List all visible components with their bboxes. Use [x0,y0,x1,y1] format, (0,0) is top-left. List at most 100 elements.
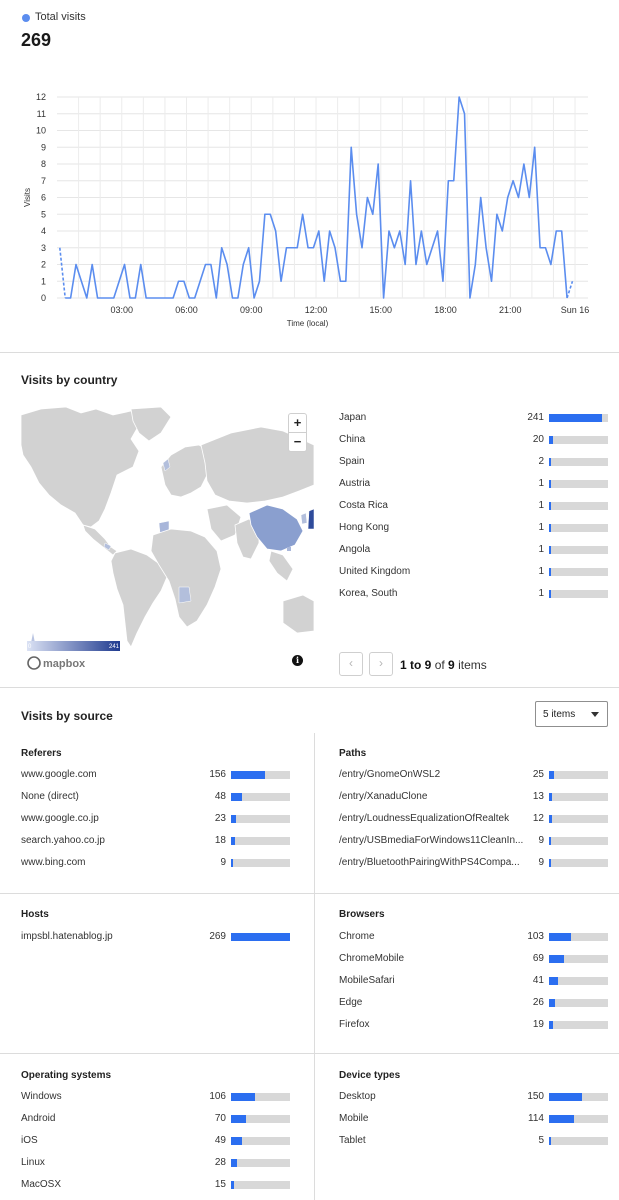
bar-track [231,771,290,779]
zoom-out-button[interactable]: − [289,433,306,451]
bar-fill [231,933,290,941]
world-map-svg: 0 241 mapbox [21,406,314,670]
divider [0,1053,619,1054]
list-item[interactable]: /entry/GnomeOnWSL2 25 [339,769,609,783]
map-info-icon[interactable]: i [292,655,303,666]
list-item-label: iOS [21,1135,38,1146]
list-item-label: Austria [339,478,371,489]
list-item[interactable]: /entry/USBmediaForWindows11CleanIn... 9 [339,835,609,849]
bar-track [549,859,608,867]
bar-fill [549,524,551,532]
map-scale-max: 241 [109,644,120,650]
list-item-count: 5 [538,1135,544,1146]
bar-fill [549,955,564,963]
list-item[interactable]: www.google.com 156 [21,769,291,783]
bar-fill [549,837,551,845]
next-page-button[interactable]: › [369,652,393,676]
bar-fill [549,1137,551,1145]
panel-title-browsers: Browsers [339,909,385,920]
list-item-count: 114 [528,1113,544,1124]
list-item-count: 13 [532,791,544,802]
list-item[interactable]: Austria 1 [339,478,609,492]
panel-title-paths: Paths [339,748,367,759]
list-item[interactable]: Spain 2 [339,456,609,470]
list-item[interactable]: Edge 26 [339,997,609,1011]
bar-track [549,502,608,510]
list-item-count: 48 [214,791,226,802]
list-item[interactable]: Desktop 150 [339,1091,609,1105]
list-item[interactable]: Linux 28 [21,1157,291,1171]
list-item[interactable]: ChromeMobile 69 [339,953,609,967]
list-item[interactable]: Korea, South 1 [339,588,609,602]
list-item-count: 241 [527,412,544,423]
list-item[interactable]: None (direct) 48 [21,791,291,805]
list-item[interactable]: www.google.co.jp 23 [21,813,291,827]
list-item[interactable]: Android 70 [21,1113,291,1127]
map-north-america [21,406,140,528]
visits-by-source-title: Visits by source [21,709,113,723]
zoom-in-button[interactable]: + [289,414,306,432]
bar-track [549,1137,608,1145]
bar-fill [549,414,602,422]
list-item[interactable]: Mobile 114 [339,1113,609,1127]
y-tick-label: 9 [41,142,46,152]
list-item-label: impsbl.hatenablog.jp [21,931,113,942]
list-item[interactable]: Chrome 103 [339,931,609,945]
panel-title-hosts: Hosts [21,909,49,920]
bar-track [549,977,608,985]
list-item[interactable]: Windows 106 [21,1091,291,1105]
list-item[interactable]: China 20 [339,434,609,448]
bar-fill [549,480,551,488]
list-item[interactable]: search.yahoo.co.jp 18 [21,835,291,849]
pager-range: 1 to 9 [400,658,432,672]
panel-title-devices: Device types [339,1070,401,1081]
list-item[interactable]: www.bing.com 9 [21,857,291,871]
list-item[interactable]: United Kingdom 1 [339,566,609,580]
list-item[interactable]: /entry/BluetoothPairingWithPS4Compa... 9 [339,857,609,871]
bar-track [549,1093,608,1101]
bar-track [231,815,290,823]
list-item[interactable]: /entry/LoudnessEqualizationOfRealtek 12 [339,813,609,827]
list-item-label: MobileSafari [339,975,395,986]
list-item-label: Korea, South [339,588,398,599]
pager-total: 9 [448,658,455,672]
x-tick-label: 09:00 [240,305,263,315]
list-item[interactable]: Japan 241 [339,412,609,426]
bar-track [549,436,608,444]
bar-fill [549,1021,553,1029]
list-item[interactable]: Costa Rica 1 [339,500,609,514]
bar-fill [549,568,551,576]
bar-fill [231,1093,255,1101]
list-item[interactable]: Tablet 5 [339,1135,609,1149]
list-item-label: Spain [339,456,365,467]
bar-track [231,1181,290,1189]
list-item-label: Firefox [339,1019,370,1030]
y-axis-title: Visits [23,188,32,207]
bar-fill [549,771,554,779]
list-item[interactable]: iOS 49 [21,1135,291,1149]
y-tick-label: 11 [37,109,46,119]
list-item[interactable]: Firefox 19 [339,1019,609,1033]
map-southeast-asia [268,550,294,582]
list-item-count: 69 [532,953,544,964]
chevron-down-icon [591,712,599,717]
bar-fill [549,1115,574,1123]
list-item-count: 1 [538,500,544,511]
bar-fill [549,977,558,985]
list-item[interactable]: /entry/XanaduClone 13 [339,791,609,805]
bar-fill [549,859,551,867]
bar-fill [231,1137,242,1145]
list-item[interactable]: impsbl.hatenablog.jp 269 [21,931,291,945]
list-item-label: Angola [339,544,371,555]
map-central-america [82,524,118,556]
list-item-count: 269 [209,931,226,942]
list-item-label: www.google.com [21,769,97,780]
list-item[interactable]: MobileSafari 41 [339,975,609,989]
list-item[interactable]: Angola 1 [339,544,609,558]
items-per-page-select[interactable]: 5 items [535,701,608,727]
prev-page-button[interactable]: ‹ [339,652,363,676]
list-item[interactable]: MacOSX 15 [21,1179,291,1193]
world-map[interactable]: 0 241 mapbox [21,405,314,677]
y-tick-label: 0 [41,293,46,303]
list-item[interactable]: Hong Kong 1 [339,522,609,536]
